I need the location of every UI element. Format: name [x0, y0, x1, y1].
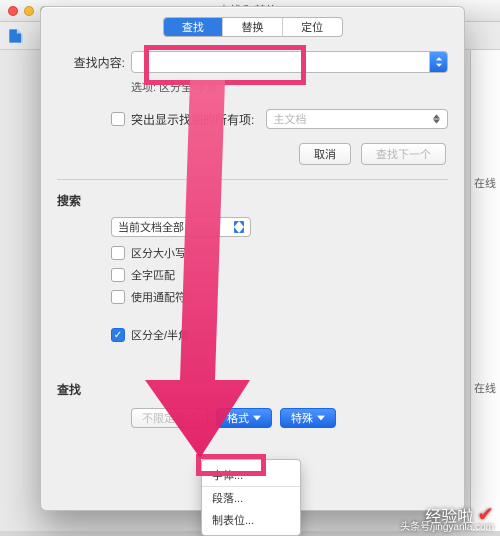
no-format-button[interactable]: 不限定格式: [131, 408, 208, 428]
chevron-down-icon: [253, 415, 261, 421]
find-content-label: 查找内容:: [57, 54, 125, 71]
search-subblock: 当前文档全部 区分大小写 全字匹配 使用通配符 ✓ 区分全/半角: [41, 213, 464, 343]
tab-replace[interactable]: 替换: [223, 18, 283, 36]
find-content-combo: [131, 51, 448, 73]
background-right-panel: 在线 在线: [470, 0, 500, 531]
side-label-1: 在线: [474, 175, 496, 191]
search-scope-popup[interactable]: 当前文档全部: [111, 217, 251, 237]
format-button[interactable]: 格式: [216, 408, 272, 428]
search-section-heading: 搜索: [41, 180, 464, 213]
options-label: 选项:: [131, 82, 156, 94]
whole-word-checkbox[interactable]: [111, 268, 125, 282]
find-inline-buttons: 不限定格式 格式 特殊: [41, 402, 464, 428]
tab-goto[interactable]: 定位: [283, 18, 342, 36]
menu-item-tabs[interactable]: 制表位...: [202, 509, 300, 531]
menu-item-paragraph[interactable]: 段落...: [202, 487, 300, 509]
highlight-checkbox[interactable]: [111, 112, 125, 126]
updown-icon: [234, 221, 244, 233]
chevron-down-icon: [317, 415, 325, 421]
menu-item-font[interactable]: 字体...: [202, 464, 300, 487]
highlight-label: 突出显示找到的所有项:: [131, 111, 254, 128]
find-content-dropdown-button[interactable]: [429, 52, 447, 72]
format-button-label: 格式: [227, 410, 249, 426]
search-checklist: 区分大小写 全字匹配 使用通配符 ✓ 区分全/半角: [111, 245, 448, 343]
find-content-input[interactable]: [131, 51, 448, 73]
case-label: 区分大小写: [131, 245, 186, 261]
updown-icon: [435, 57, 443, 67]
cancel-button[interactable]: 取消: [299, 143, 351, 165]
case-checkbox[interactable]: [111, 246, 125, 260]
tab-find[interactable]: 查找: [164, 18, 224, 36]
highlight-scope-popup[interactable]: 主文档: [266, 109, 448, 129]
find-replace-sheet: 查找 替换 定位 查找内容: 选项: 区分全/半角 突出显示找到的所有项: 主文…: [40, 6, 465, 511]
fullhalf-checkbox[interactable]: ✓: [111, 328, 125, 342]
wildcard-label: 使用通配符: [131, 289, 186, 305]
button-row: 取消 查找下一个: [41, 129, 464, 165]
special-button[interactable]: 特殊: [280, 408, 336, 428]
close-icon[interactable]: [8, 6, 18, 16]
highlight-scope-value: 主文档: [273, 111, 306, 127]
minimize-icon[interactable]: [24, 6, 34, 16]
find-section-heading: 查找: [41, 369, 464, 402]
fullhalf-label: 区分全/半角: [131, 327, 189, 343]
side-label-2: 在线: [474, 380, 496, 396]
highlight-row: 突出显示找到的所有项: 主文档: [41, 109, 464, 129]
tab-segmented-control: 查找 替换 定位: [163, 17, 343, 37]
app-icon: [6, 26, 26, 46]
updown-icon: [431, 114, 441, 124]
options-line: 选项: 区分全/半角: [41, 79, 464, 95]
whole-word-label: 全字匹配: [131, 267, 175, 283]
find-next-button[interactable]: 查找下一个: [361, 143, 446, 165]
special-button-label: 特殊: [291, 410, 313, 426]
format-menu: 字体... 段落... 制表位...: [201, 459, 301, 536]
options-value: 区分全/半角: [159, 82, 217, 94]
search-scope-value: 当前文档全部: [118, 219, 184, 235]
wildcard-checkbox[interactable]: [111, 290, 125, 304]
find-content-row: 查找内容:: [41, 51, 464, 73]
